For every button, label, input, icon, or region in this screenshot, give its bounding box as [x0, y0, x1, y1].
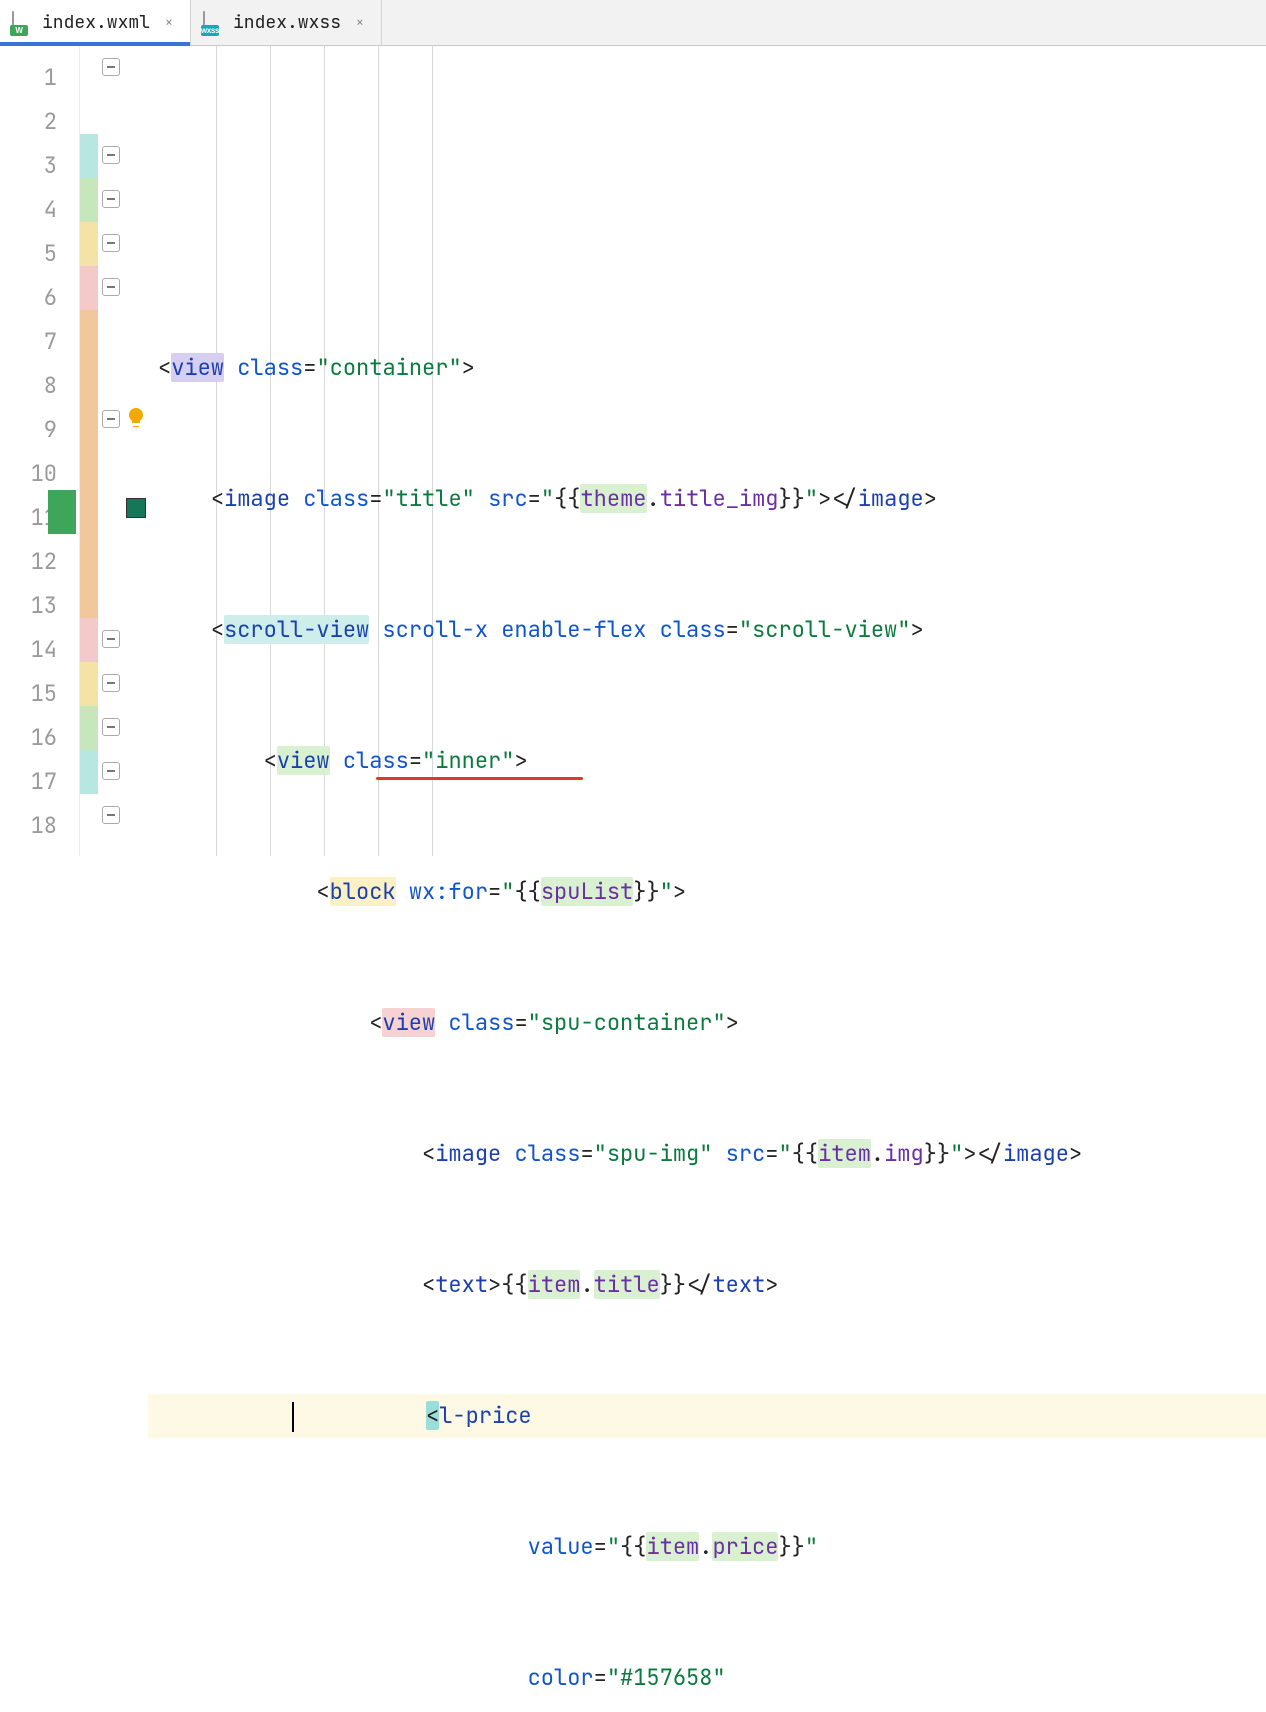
code-line[interactable]: <block wx:for="{{spuList}}">	[148, 870, 1266, 914]
close-icon[interactable]: ×	[353, 16, 367, 30]
fold-toggle-icon[interactable]	[102, 190, 120, 208]
error-underline	[376, 777, 583, 780]
fold-toggle-icon[interactable]	[102, 278, 120, 296]
file-icon: W	[12, 12, 34, 34]
code-line[interactable]: <image class="spu-img" src="{{item.img}}…	[148, 1132, 1266, 1176]
text-caret	[292, 1402, 294, 1432]
code-line[interactable]: value="{{item.price}}"	[148, 1525, 1266, 1569]
annotation-column	[126, 46, 148, 856]
fold-toggle-icon[interactable]	[102, 146, 120, 164]
fold-toggle-icon[interactable]	[102, 718, 120, 736]
tab-index-wxss[interactable]: wxss index.wxss ×	[191, 0, 382, 45]
fold-toggle-icon[interactable]	[102, 762, 120, 780]
code-line[interactable]: <view class="inner">	[148, 739, 1266, 783]
change-marker	[48, 490, 76, 534]
fold-toggle-icon[interactable]	[102, 410, 120, 428]
tab-label: index.wxml	[42, 11, 150, 34]
code-line[interactable]: color="#157658"	[148, 1656, 1266, 1700]
lightbulb-icon[interactable]	[124, 406, 148, 430]
change-indicator-strip	[80, 46, 98, 856]
fold-toggle-icon[interactable]	[102, 58, 120, 76]
fold-toggle-icon[interactable]	[102, 630, 120, 648]
code-editor[interactable]: 1 2 3 4 5 6 7 8 9 10 11 12 13 14 15 16 1…	[0, 46, 1266, 856]
color-swatch[interactable]	[126, 498, 146, 518]
fold-toggle-icon[interactable]	[102, 234, 120, 252]
code-line[interactable]: <view class="spu-container">	[148, 1001, 1266, 1045]
file-icon: wxss	[203, 12, 225, 34]
code-line[interactable]: <image class="title" src="{{theme.title_…	[148, 477, 1266, 521]
line-number-gutter: 1 2 3 4 5 6 7 8 9 10 11 12 13 14 15 16 1…	[0, 46, 80, 856]
tab-bar: W index.wxml × wxss index.wxss ×	[0, 0, 1266, 46]
tab-label: index.wxss	[233, 11, 341, 34]
code-line[interactable]: <text>{{item.title}}</text>	[148, 1263, 1266, 1307]
fold-toggle-icon[interactable]	[102, 806, 120, 824]
fold-strip	[98, 46, 126, 856]
code-line[interactable]: <l-price	[148, 1394, 1266, 1438]
tab-index-wxml[interactable]: W index.wxml ×	[0, 0, 191, 45]
close-icon[interactable]: ×	[162, 16, 176, 30]
code-line[interactable]: <view class="container">	[148, 346, 1266, 390]
code-area[interactable]: <view class="container"> <image class="t…	[148, 46, 1266, 856]
code-line[interactable]: <scroll-view scroll-x enable-flex class=…	[148, 608, 1266, 652]
fold-toggle-icon[interactable]	[102, 674, 120, 692]
